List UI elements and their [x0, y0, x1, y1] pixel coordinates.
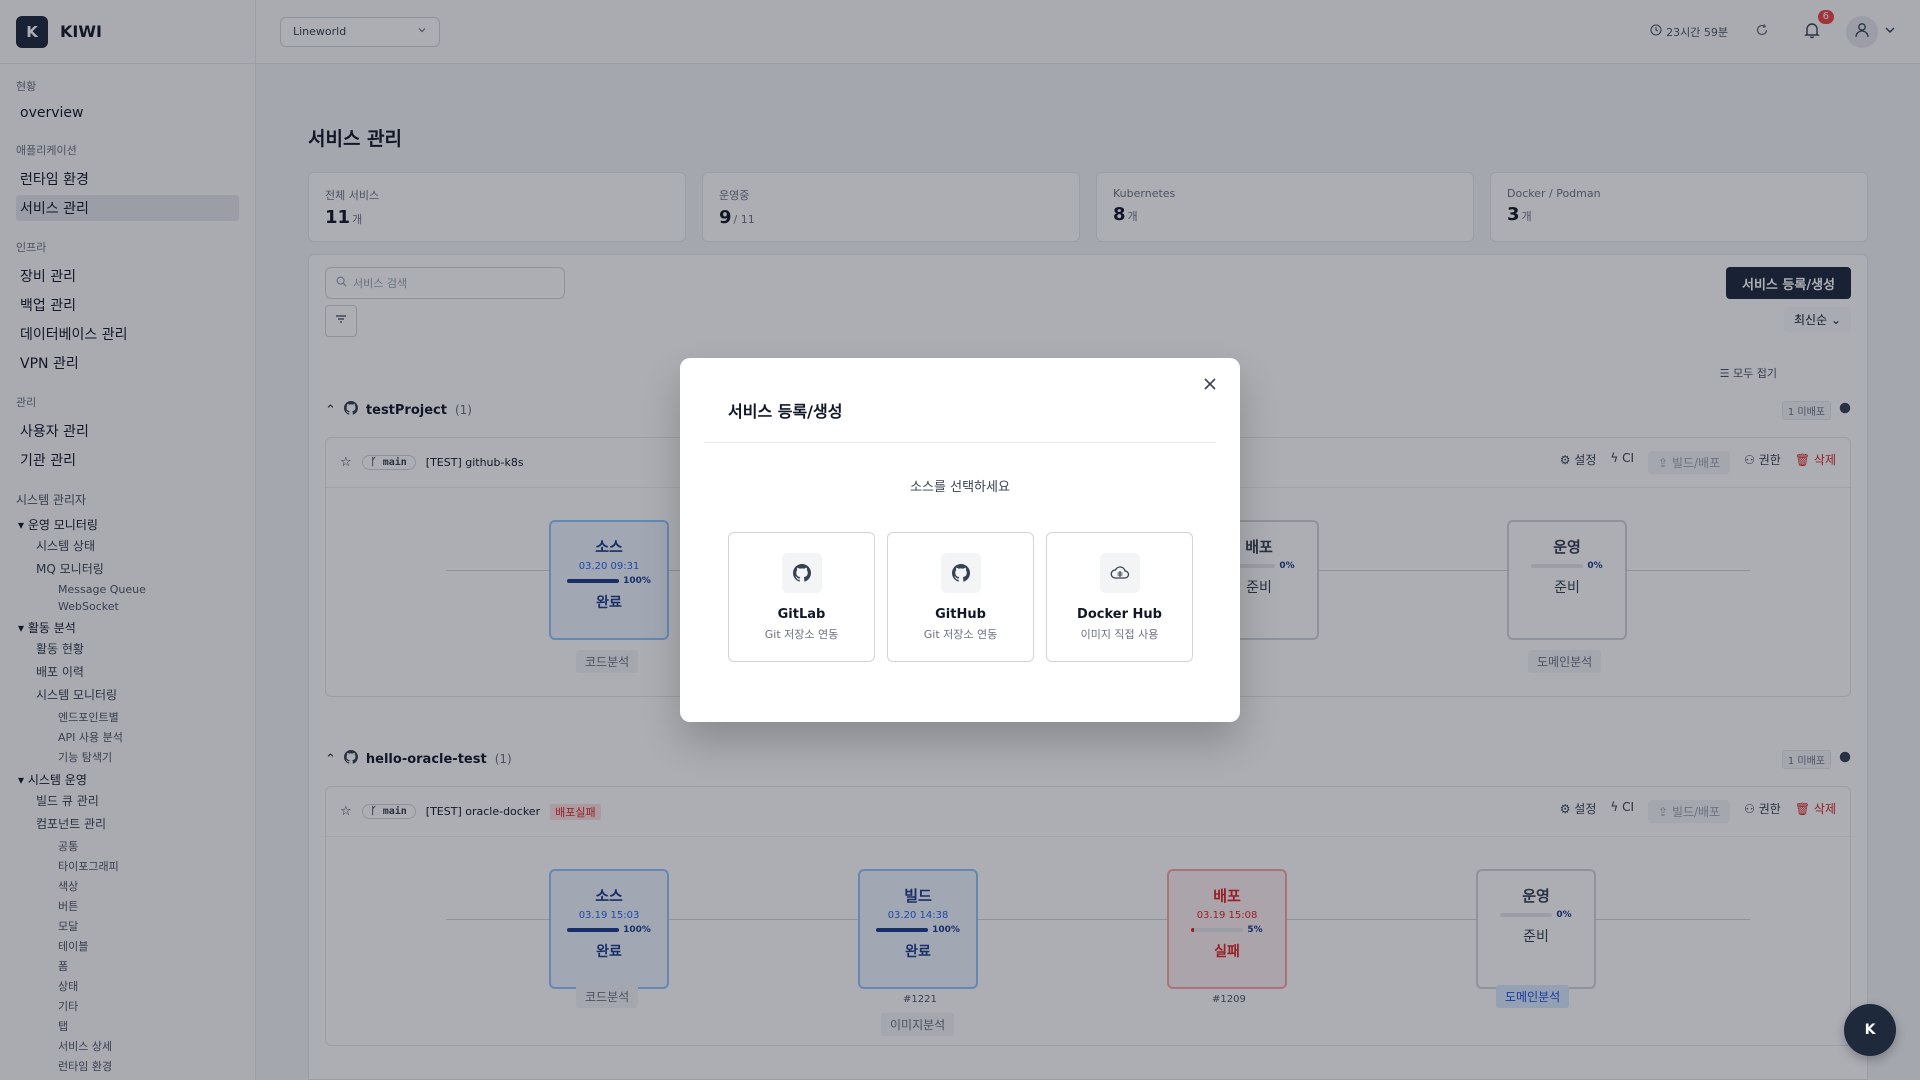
source-desc: 이미지 직접 사용 [1080, 628, 1159, 641]
modal-divider [704, 442, 1216, 443]
source-name: GitLab [777, 607, 826, 622]
source-docker-hub[interactable]: Docker Hub 이미지 직접 사용 [1046, 532, 1193, 662]
github-icon [940, 553, 981, 593]
assistant-fab-button[interactable]: K [1844, 1004, 1896, 1056]
close-icon [1203, 377, 1217, 395]
modal-subtitle: 소스를 선택하세요 [910, 480, 1010, 495]
source-desc: Git 저장소 연동 [764, 628, 839, 641]
github-icon [781, 553, 822, 593]
source-name: GitHub [935, 607, 986, 622]
source-name: Docker Hub [1077, 607, 1162, 622]
register-service-modal: 서비스 등록/생성 소스를 선택하세요 GitLab Git 저장소 연동 Gi… [680, 358, 1240, 722]
source-options: GitLab Git 저장소 연동 GitHub Git 저장소 연동 Dock… [728, 532, 1193, 662]
cloud-icon [1099, 553, 1140, 593]
source-desc: Git 저장소 연동 [923, 628, 998, 641]
source-gitlab[interactable]: GitLab Git 저장소 연동 [728, 532, 875, 662]
modal-title: 서비스 등록/생성 [728, 402, 843, 421]
close-button[interactable] [1196, 372, 1224, 400]
source-github[interactable]: GitHub Git 저장소 연동 [887, 532, 1034, 662]
